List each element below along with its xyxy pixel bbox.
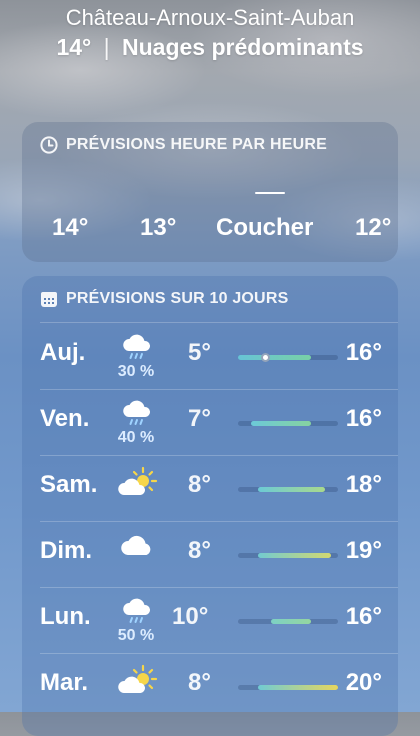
- summary-separator: |: [103, 34, 110, 60]
- hourly-forecast-card[interactable]: PRÉVISIONS HEURE PAR HEURE 14° 13° Couch…: [22, 122, 398, 262]
- low-temperature: 8°: [188, 471, 211, 498]
- hourly-forecast-title: PRÉVISIONS HEURE PAR HEURE: [40, 136, 327, 154]
- precipitation-chance: 40 %: [117, 429, 155, 446]
- daily-forecast-row[interactable]: Dim. 8° 19°: [22, 521, 398, 587]
- clock-icon: [40, 136, 58, 154]
- daily-forecast-card[interactable]: PRÉVISIONS SUR 10 JOURS Auj. 30 % 5° 16° Ven…: [22, 276, 398, 736]
- temperature-range-bar: [238, 421, 338, 426]
- current-condition: Nuages prédominants: [122, 34, 364, 60]
- daily-forecast-row[interactable]: Mar. 8° 20°: [22, 653, 398, 719]
- current-summary: 14° | Nuages prédominants: [0, 32, 420, 62]
- temperature-range-fill: [271, 619, 312, 624]
- daily-forecast-row[interactable]: Sam. 8° 18°: [22, 455, 398, 521]
- current-temperature: 14°: [56, 34, 92, 60]
- high-temperature: 18°: [345, 471, 382, 498]
- temperature-range-bar: [238, 619, 338, 624]
- low-temperature: 8°: [188, 669, 211, 696]
- day-name: Sam.: [40, 471, 98, 498]
- precipitation-chance: 50 %: [117, 627, 155, 644]
- calendar-icon: [40, 290, 58, 308]
- daily-forecast-row[interactable]: Ven. 40 % 7° 16°: [22, 389, 398, 455]
- low-temperature: 8°: [188, 537, 211, 564]
- temperature-range-fill: [258, 685, 338, 690]
- cloud-icon: [114, 531, 160, 577]
- hourly-item: 13°: [140, 214, 177, 241]
- hourly-title-text: PRÉVISIONS HEURE PAR HEURE: [66, 136, 327, 153]
- daily-forecast-row[interactable]: Auj. 30 % 5° 16°: [22, 323, 398, 389]
- city-name: Château-Arnoux-Saint-Auban: [65, 5, 355, 30]
- low-temperature: 5°: [188, 339, 211, 366]
- hourly-item-sunset: Coucher: [216, 214, 314, 241]
- low-temperature: 10°: [172, 603, 209, 630]
- high-temperature: 20°: [345, 669, 382, 696]
- high-temperature: 16°: [345, 339, 382, 366]
- high-temperature: 16°: [345, 405, 382, 432]
- day-name: Ven.: [40, 405, 90, 432]
- temperature-range-fill: [251, 421, 312, 426]
- high-temperature: 19°: [345, 537, 382, 564]
- current-temperature-marker: [260, 353, 270, 362]
- daily-forecast-title: PRÉVISIONS SUR 10 JOURS: [40, 290, 288, 308]
- day-name: Mar.: [40, 669, 89, 696]
- weather-header: Château-Arnoux-Saint-Auban 14° | Nuages …: [0, 0, 420, 62]
- hourly-item: 14°: [52, 214, 89, 241]
- day-name: Dim.: [40, 537, 93, 564]
- temperature-range-fill: [258, 553, 332, 558]
- high-temperature: 16°: [345, 603, 382, 630]
- temperature-range-bar: [238, 487, 338, 492]
- hourly-item: 12°: [355, 214, 392, 241]
- daily-forecast-row[interactable]: Lun. 50 % 10° 16°: [22, 587, 398, 653]
- temperature-range-bar: [238, 685, 338, 690]
- day-name: Auj.: [40, 339, 86, 366]
- temperature-range-bar: [238, 353, 338, 362]
- sunset-icon: [255, 192, 285, 194]
- temperature-range-fill: [258, 487, 325, 492]
- partly-sunny-icon: [114, 465, 160, 511]
- daily-title-text: PRÉVISIONS SUR 10 JOURS: [66, 290, 289, 307]
- day-name: Lun.: [40, 603, 91, 630]
- temperature-range-fill: [238, 355, 312, 360]
- partly-sunny-icon: [114, 663, 160, 709]
- low-temperature: 7°: [188, 405, 211, 432]
- precipitation-chance: 30 %: [117, 363, 155, 380]
- temperature-range-bar: [238, 553, 338, 558]
